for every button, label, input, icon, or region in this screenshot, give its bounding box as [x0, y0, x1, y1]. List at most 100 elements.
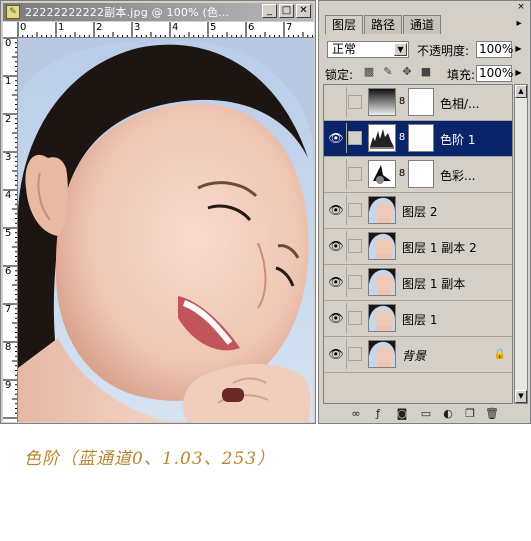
layer-row[interactable]: 8 色彩... — [324, 157, 512, 193]
layer-link-box[interactable] — [348, 95, 362, 109]
opacity-label: 不透明度: — [417, 44, 470, 58]
add-mask-icon[interactable]: ◙ — [395, 407, 409, 421]
layer-link-box[interactable] — [348, 203, 362, 217]
mask-link-icon[interactable]: 8 — [398, 167, 406, 181]
opacity-input[interactable]: 100% — [476, 41, 513, 58]
document-icon: ✎ — [6, 5, 20, 19]
eye-icon[interactable]: 👁 — [326, 123, 347, 153]
ruler-h-mark: 3 — [134, 22, 141, 33]
ruler-v-mark: 9 — [5, 380, 12, 391]
close-button[interactable]: ✕ — [296, 4, 311, 18]
fill-slider-arrow-icon[interactable]: ▶ — [513, 65, 524, 80]
layer-link-box[interactable] — [348, 347, 362, 361]
layer-name: 色相/... — [440, 97, 480, 111]
scroll-up-icon[interactable]: ▲ — [515, 85, 527, 98]
blend-mode-select[interactable]: 正常 ▼ — [327, 41, 409, 58]
layer-link-box[interactable] — [348, 167, 362, 181]
layer-mask-thumbnail[interactable] — [408, 160, 434, 188]
photo-thumbnail — [368, 340, 396, 368]
layer-link-box[interactable] — [348, 131, 362, 145]
layer-link-box[interactable] — [348, 311, 362, 325]
portrait-photo — [18, 38, 314, 422]
lock-all-icon[interactable]: ■ — [420, 66, 432, 78]
ruler-horizontal[interactable]: 0 1 2 3 4 5 6 7 — [18, 22, 314, 38]
layer-name: 图层 1 副本 — [402, 277, 466, 291]
scroll-down-icon[interactable]: ▼ — [515, 390, 527, 403]
layer-name: 图层 1 副本 2 — [402, 241, 477, 255]
link-layers-icon[interactable]: ∞ — [349, 407, 363, 421]
visibility-toggle[interactable] — [326, 87, 347, 117]
layer-name: 色阶 1 — [440, 133, 476, 147]
add-style-icon[interactable]: ƒ — [371, 407, 385, 421]
mask-link-icon[interactable]: 8 — [398, 95, 406, 109]
ruler-v-mark: 5 — [5, 228, 12, 239]
ruler-v-mark: 2 — [5, 114, 12, 125]
mask-link-icon[interactable]: 8 — [398, 131, 406, 145]
lock-label: 锁定: — [325, 68, 354, 82]
layers-list: 8 色相/... 👁 8 色阶 1 8 色彩... 👁 图层 2 👁 图层 1 … — [323, 84, 513, 404]
photo-thumbnail — [368, 232, 396, 260]
ruler-h-mark: 4 — [172, 22, 179, 33]
layers-scrollbar[interactable]: ▲ ▼ — [514, 84, 528, 404]
ruler-vertical[interactable]: 0 1 2 3 4 5 6 7 8 9 — [3, 38, 18, 422]
layer-row-background[interactable]: 👁 背景 🔒 — [324, 337, 512, 373]
document-titlebar[interactable]: ✎ 22222222222副本.jpg @ 100% (色... _ □ ✕ — [3, 3, 313, 21]
lock-position-icon[interactable]: ✥ — [401, 66, 413, 78]
eye-icon[interactable]: 👁 — [326, 303, 347, 333]
layer-name: 色彩... — [440, 169, 476, 183]
ruler-origin[interactable] — [3, 22, 18, 38]
new-adjustment-icon[interactable]: ◐ — [441, 407, 455, 421]
ruler-v-mark: 4 — [5, 190, 12, 201]
levels-adjustment-thumbnail — [368, 124, 396, 152]
panel-close-icon[interactable]: × — [515, 2, 527, 12]
tab-paths[interactable]: 路径 — [364, 15, 403, 34]
document-window: ✎ 22222222222副本.jpg @ 100% (色... _ □ ✕ 0… — [0, 0, 316, 424]
opacity-slider-arrow-icon[interactable]: ▶ — [513, 41, 524, 56]
chevron-down-icon: ▼ — [394, 43, 407, 56]
fill-label: 填充: — [447, 68, 476, 82]
layer-link-box[interactable] — [348, 275, 362, 289]
layer-row[interactable]: 8 色相/... — [324, 85, 512, 121]
photo-thumbnail — [368, 304, 396, 332]
layer-row[interactable]: 👁 图层 2 — [324, 193, 512, 229]
eye-icon[interactable]: 👁 — [326, 339, 347, 369]
image-canvas[interactable] — [18, 38, 314, 422]
layers-bottom-toolbar: ∞ ƒ ◙ ▭ ◐ ❐ 🗑 — [323, 407, 528, 421]
blend-mode-value: 正常 — [332, 42, 357, 56]
eye-icon[interactable]: 👁 — [326, 267, 347, 297]
ruler-h-mark: 2 — [96, 22, 103, 33]
ruler-v-mark: 3 — [5, 152, 12, 163]
eye-icon[interactable]: 👁 — [326, 195, 347, 225]
ruler-h-mark: 7 — [286, 22, 293, 33]
layer-row[interactable]: 👁 图层 1 — [324, 301, 512, 337]
layer-row[interactable]: 👁 图层 1 副本 2 — [324, 229, 512, 265]
tab-layers[interactable]: 图层 — [325, 15, 364, 34]
ruler-h-mark: 6 — [248, 22, 255, 33]
layer-row[interactable]: 👁 图层 1 副本 — [324, 265, 512, 301]
layer-mask-thumbnail[interactable] — [408, 88, 434, 116]
ruler-v-mark: 8 — [5, 342, 12, 353]
new-group-icon[interactable]: ▭ — [419, 407, 433, 421]
ruler-h-mark: 0 — [20, 22, 27, 33]
color-balance-adjustment-thumbnail — [368, 160, 396, 188]
new-layer-icon[interactable]: ❐ — [463, 407, 477, 421]
layer-name: 图层 1 — [402, 313, 438, 327]
ruler-v-mark: 0 — [5, 38, 12, 49]
visibility-toggle[interactable] — [326, 159, 347, 189]
minimize-button[interactable]: _ — [262, 4, 277, 18]
lock-transparency-icon[interactable]: ▩ — [363, 66, 375, 78]
delete-layer-icon[interactable]: 🗑 — [485, 407, 499, 421]
panel-menu-icon[interactable]: ▸ — [512, 17, 526, 31]
maximize-button[interactable]: □ — [279, 4, 294, 18]
photo-thumbnail — [368, 268, 396, 296]
lock-pixels-icon[interactable]: ✎ — [382, 66, 394, 78]
photo-thumbnail — [368, 196, 396, 224]
layer-row-selected[interactable]: 👁 8 色阶 1 — [324, 121, 512, 157]
tab-channels[interactable]: 通道 — [403, 15, 442, 34]
eye-icon[interactable]: 👁 — [326, 231, 347, 261]
layer-mask-thumbnail[interactable] — [408, 124, 434, 152]
layer-link-box[interactable] — [348, 239, 362, 253]
fill-input[interactable]: 100% — [476, 65, 513, 82]
lock-icon: 🔒 — [493, 349, 506, 360]
ruler-h-mark: 1 — [58, 22, 65, 33]
